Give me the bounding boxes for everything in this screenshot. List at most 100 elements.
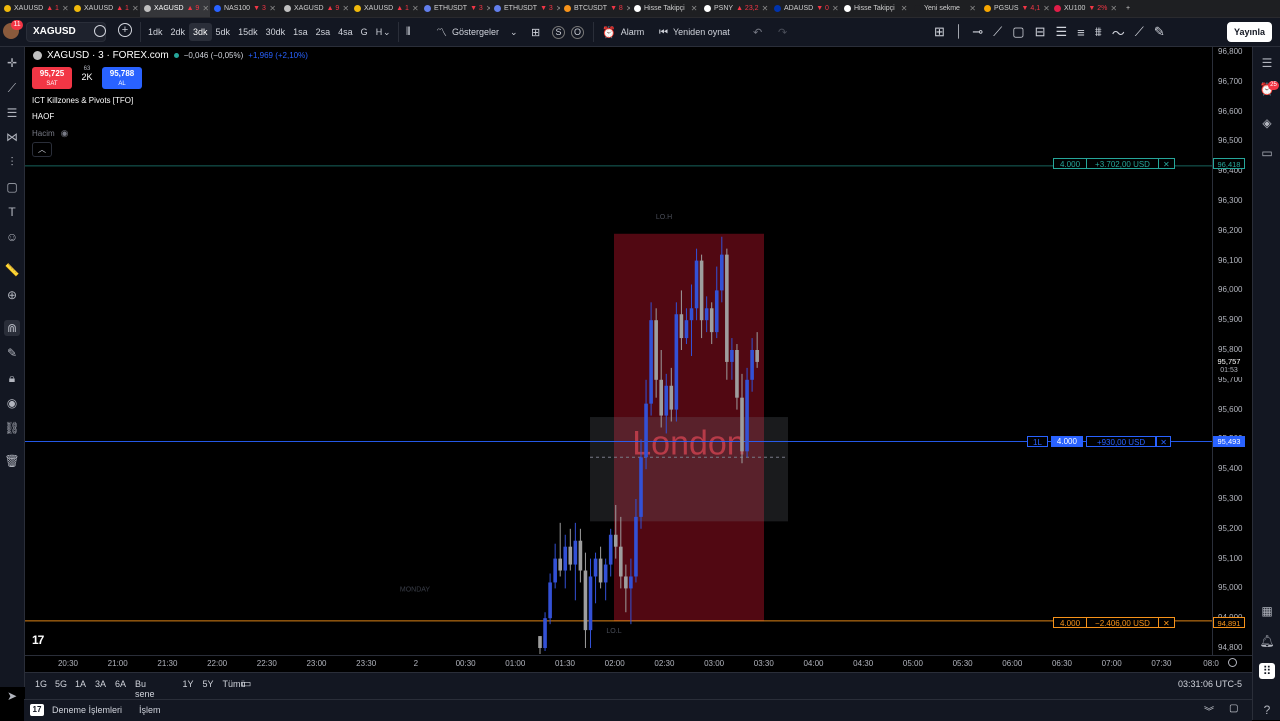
legend-title[interactable]: XAGUSD · 3 · FOREX.com [47,50,169,61]
range-1g[interactable]: 1G [35,679,47,689]
pitchfork-icon[interactable]: ⩩ [1095,24,1102,40]
interval-G[interactable]: G [357,23,372,41]
interval-1sa[interactable]: 1sa [289,23,312,41]
emoji-icon[interactable]: ☺ [4,229,20,245]
shapes-icon[interactable]: ▢ [4,179,20,195]
tp-line-label[interactable]: 4.000 +3.702,00 USD ✕ [1053,158,1175,169]
layouts-button[interactable]: ⊞ [531,18,540,46]
close-tab-icon[interactable]: ✕ [269,4,276,13]
magnet-icon[interactable]: ⋒ [4,320,20,336]
text-icon[interactable]: T [4,204,20,220]
interval-4sa[interactable]: 4sa [334,23,357,41]
browser-tab[interactable]: ADAUSD ▼ 0 ✕ [770,0,840,17]
range-5g[interactable]: 5G [55,679,67,689]
close-tab-icon[interactable]: ✕ [832,4,839,13]
browser-tab[interactable]: NAS100 ▼ 3 ✕ [210,0,280,17]
ruler-icon[interactable]: 📏 [4,262,20,278]
pattern-icon[interactable]: ⋈ [4,129,20,145]
rectangle-icon[interactable]: ▢ [1012,24,1024,40]
range-bu-sene[interactable]: Bu sene [135,679,155,699]
interval-2sa[interactable]: 2sa [312,23,335,41]
chevron-down-icon[interactable]: ︾ [1204,703,1214,718]
browser-tab[interactable]: BTCUSDT ▼ 8 ✕ [560,0,630,17]
close-tab-icon[interactable]: ✕ [901,4,908,13]
lock-drawings-icon[interactable]: ✎ [4,345,20,361]
fib-icon[interactable]: ☰ [4,105,20,121]
trend-line-icon[interactable]: ⟋ [4,80,20,96]
lock-icon[interactable]: 🔒︎ [4,370,20,386]
fib-retracement-icon[interactable]: ☰ [1055,24,1067,40]
close-icon[interactable]: ✕ [1159,618,1174,628]
close-tab-icon[interactable]: ✕ [762,4,769,13]
brush-icon[interactable]: ⟋ [1135,24,1144,40]
new-tab-button[interactable]: + [1122,0,1134,17]
close-tab-icon[interactable]: ✕ [1110,4,1117,13]
trend-line-icon[interactable]: ⟋ [993,24,1002,40]
maximize-icon[interactable]: ▢ [1229,703,1238,714]
compare-icon[interactable] [94,25,106,37]
pencil-icon[interactable]: ✎ [1154,24,1165,40]
path-icon[interactable]: 〜 [1112,23,1125,42]
time-axis[interactable]: 20:30 21:00 21:30 22:00 22:30 23:00 23:30 2 00:3… [25,655,1252,672]
auto-scale-button[interactable] [1228,658,1237,667]
close-icon[interactable]: ✕ [1159,159,1174,169]
projection-icon[interactable]: ⫶ [4,154,20,170]
browser-tab[interactable]: ETHUSDT ▼ 3 ✕ [420,0,490,17]
arrow-icon[interactable]: ➤ [4,688,20,704]
redo-button[interactable]: ↷ [778,18,787,46]
long-position-icon[interactable]: ⊟ [1035,24,1046,40]
close-tab-icon[interactable]: ✕ [412,4,419,13]
eye-icon[interactable]: ◉ [4,395,20,411]
legend-collapse-button[interactable]: ︿ [32,142,52,157]
interval-3dk[interactable]: 3dk [189,23,212,41]
interval-2dk[interactable]: 2dk [167,23,190,41]
parallel-channel-icon[interactable]: ≡ [1077,25,1085,40]
apps-grid-icon[interactable]: ⠿ [1259,663,1275,679]
tab-paper-trading[interactable]: Deneme İşlemleri [52,705,122,715]
link-icon[interactable]: ⛓ [4,420,20,436]
vertical-line-icon[interactable]: ⏐ [955,24,962,40]
browser-tab[interactable]: Yeni sekme ✕ [910,0,980,17]
interval-dropdown[interactable]: ⌄ [383,18,391,46]
interval-5dk[interactable]: 5dk [212,23,235,41]
interval-15dk[interactable]: 15dk [234,23,262,41]
buy-button[interactable]: 95,788 AL [102,67,142,89]
range-6a[interactable]: 6A [115,679,126,689]
sl-line-label[interactable]: 4.000 −2.406,00 USD ✕ [1053,617,1175,628]
chart-pane[interactable]: LondonLO.HLO.LMONDAY [25,47,1212,655]
crosshair-icon[interactable]: ✛ [4,55,20,71]
browser-tab[interactable]: Hisse Takipçi ✕ [630,0,700,17]
objects-button[interactable]: O [571,18,584,46]
close-tab-icon[interactable]: ✕ [1043,4,1050,13]
interval-1dk[interactable]: 1dk [144,23,167,41]
tradingview-logo[interactable]: 17 [32,633,44,647]
eye-icon[interactable]: ◉ [61,128,69,139]
indicator-legend-killzones[interactable]: ICT Killzones & Pivots [TFO] [32,96,133,105]
browser-tab[interactable]: XAUUSD ▲ 1 ✕ [70,0,140,17]
close-tab-icon[interactable]: ✕ [62,4,69,13]
watchlist-icon[interactable]: ☰ [1259,55,1275,71]
browser-tab[interactable]: XAUUSD ▲ 1 ✕ [350,0,420,17]
browser-tab[interactable]: XAUUSD ▲ 1 ✕ [0,0,70,17]
horizontal-ray-icon[interactable]: ⊸ [972,24,983,40]
position-line-label[interactable]: 1L 4.000 +930,00 USD ✕ [1027,436,1171,447]
browser-tab[interactable]: ETHUSDT ▼ 3 ✕ [490,0,560,17]
close-tab-icon[interactable]: ✕ [691,4,698,13]
browser-tab[interactable]: Hisse Takipçi ✕ [840,0,910,17]
close-tab-icon[interactable]: ✕ [132,4,139,13]
alarm-button[interactable]: ⏰ Alarm [602,18,644,46]
publish-button[interactable]: Yayınla [1226,22,1272,42]
browser-tab[interactable]: XAGUSD ▲ 9 ✕ [140,0,210,17]
browser-tab[interactable]: XAGUSD ▲ 9 ✕ [280,0,350,17]
help-icon[interactable]: ? [1259,702,1275,718]
indicator-legend-volume[interactable]: Hacim ◉ [32,128,69,139]
price-axis[interactable]: 96,800 96,700 96,600 96,500 96,400 96,300 96,2… [1212,47,1253,655]
range-1y[interactable]: 1Y [183,679,194,689]
close-icon[interactable]: ✕ [1156,436,1171,447]
notifications-bell-icon[interactable]: 🔔︎ [1259,633,1275,649]
range-5y[interactable]: 5Y [203,679,214,689]
replay-button[interactable]: ⏮ Yeniden oynat [659,18,730,46]
add-symbol-icon[interactable]: + [118,23,132,37]
range-1a[interactable]: 1A [75,679,86,689]
quantity-value[interactable]: 2K [76,72,98,82]
